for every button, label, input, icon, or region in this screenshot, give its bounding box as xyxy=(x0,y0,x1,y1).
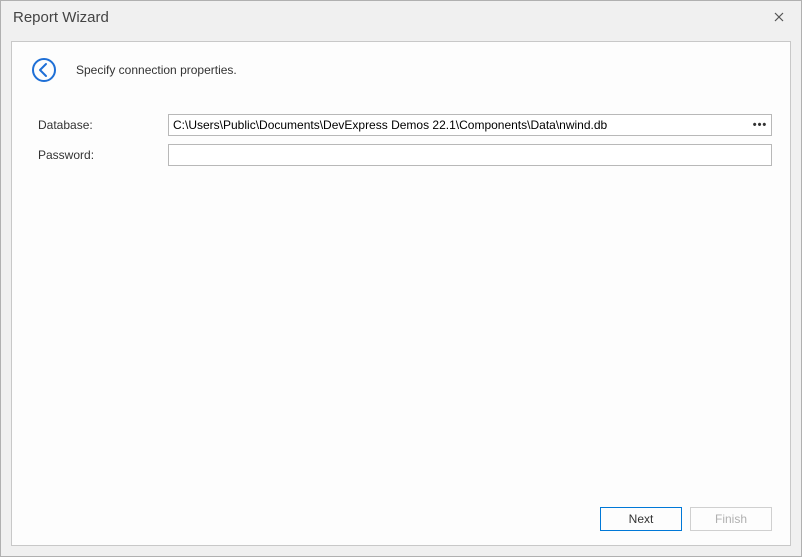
database-input-wrap: ••• xyxy=(168,114,772,136)
next-button[interactable]: Next xyxy=(600,507,682,531)
back-arrow-icon xyxy=(31,57,57,83)
database-label: Database: xyxy=(38,118,168,132)
database-row: Database: ••• xyxy=(38,114,772,136)
close-icon xyxy=(774,12,784,22)
titlebar: Report Wizard xyxy=(1,1,801,33)
ellipsis-icon: ••• xyxy=(753,119,768,131)
content-outer: Specify connection properties. Database:… xyxy=(1,33,801,556)
back-button[interactable] xyxy=(30,56,58,84)
window-title: Report Wizard xyxy=(13,9,109,26)
finish-button: Finish xyxy=(690,507,772,531)
database-input[interactable] xyxy=(168,114,772,136)
button-row: Next Finish xyxy=(30,495,772,531)
instruction-text: Specify connection properties. xyxy=(76,63,237,77)
form-area: Database: ••• Password: xyxy=(30,114,772,174)
browse-button[interactable]: ••• xyxy=(751,117,769,133)
password-row: Password: xyxy=(38,144,772,166)
password-label: Password: xyxy=(38,148,168,162)
content-panel: Specify connection properties. Database:… xyxy=(11,41,791,546)
password-input[interactable] xyxy=(168,144,772,166)
password-input-wrap xyxy=(168,144,772,166)
close-button[interactable] xyxy=(765,5,793,29)
wizard-window: Report Wizard Specify connection propert… xyxy=(0,0,802,557)
header-row: Specify connection properties. xyxy=(30,56,772,84)
